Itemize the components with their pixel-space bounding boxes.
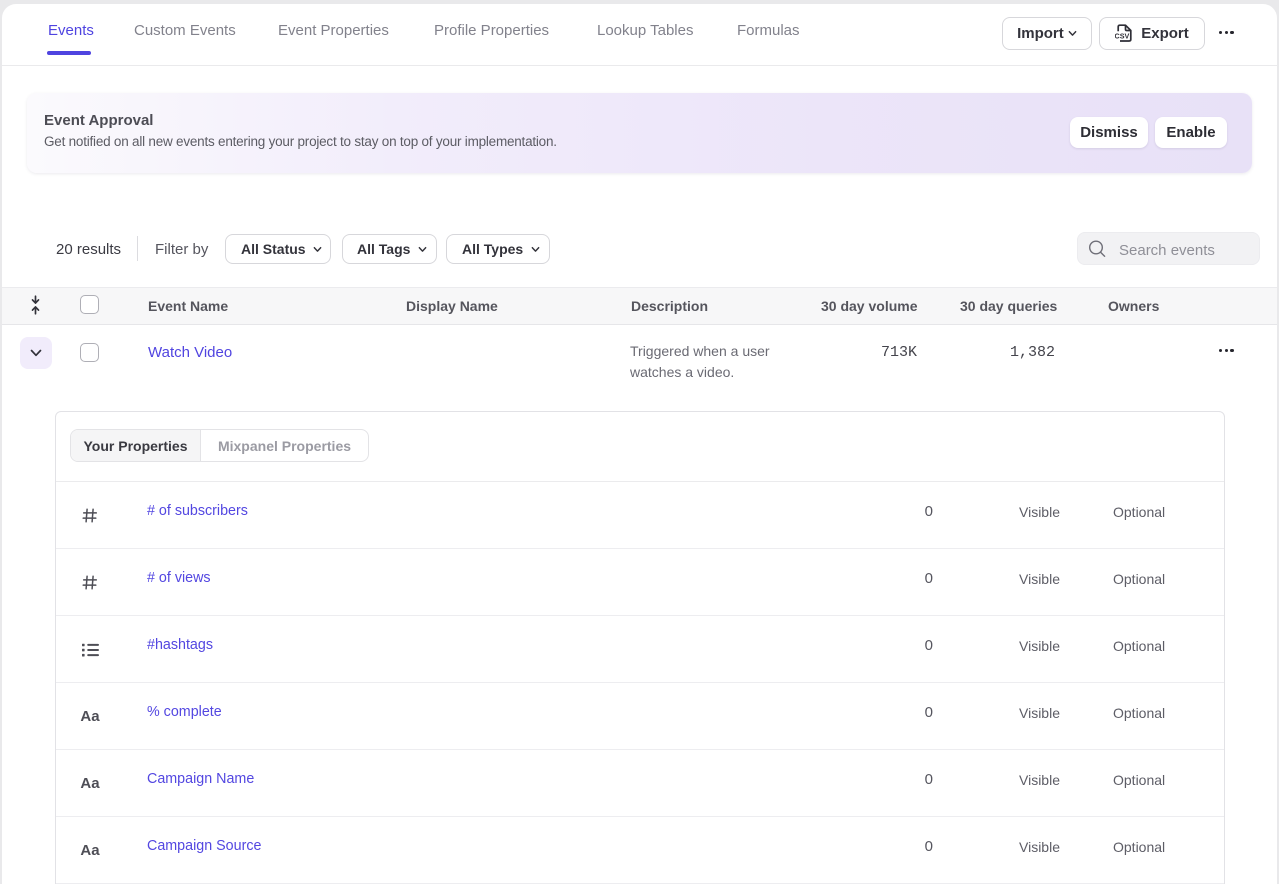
svg-text:CSV: CSV (1115, 32, 1129, 41)
